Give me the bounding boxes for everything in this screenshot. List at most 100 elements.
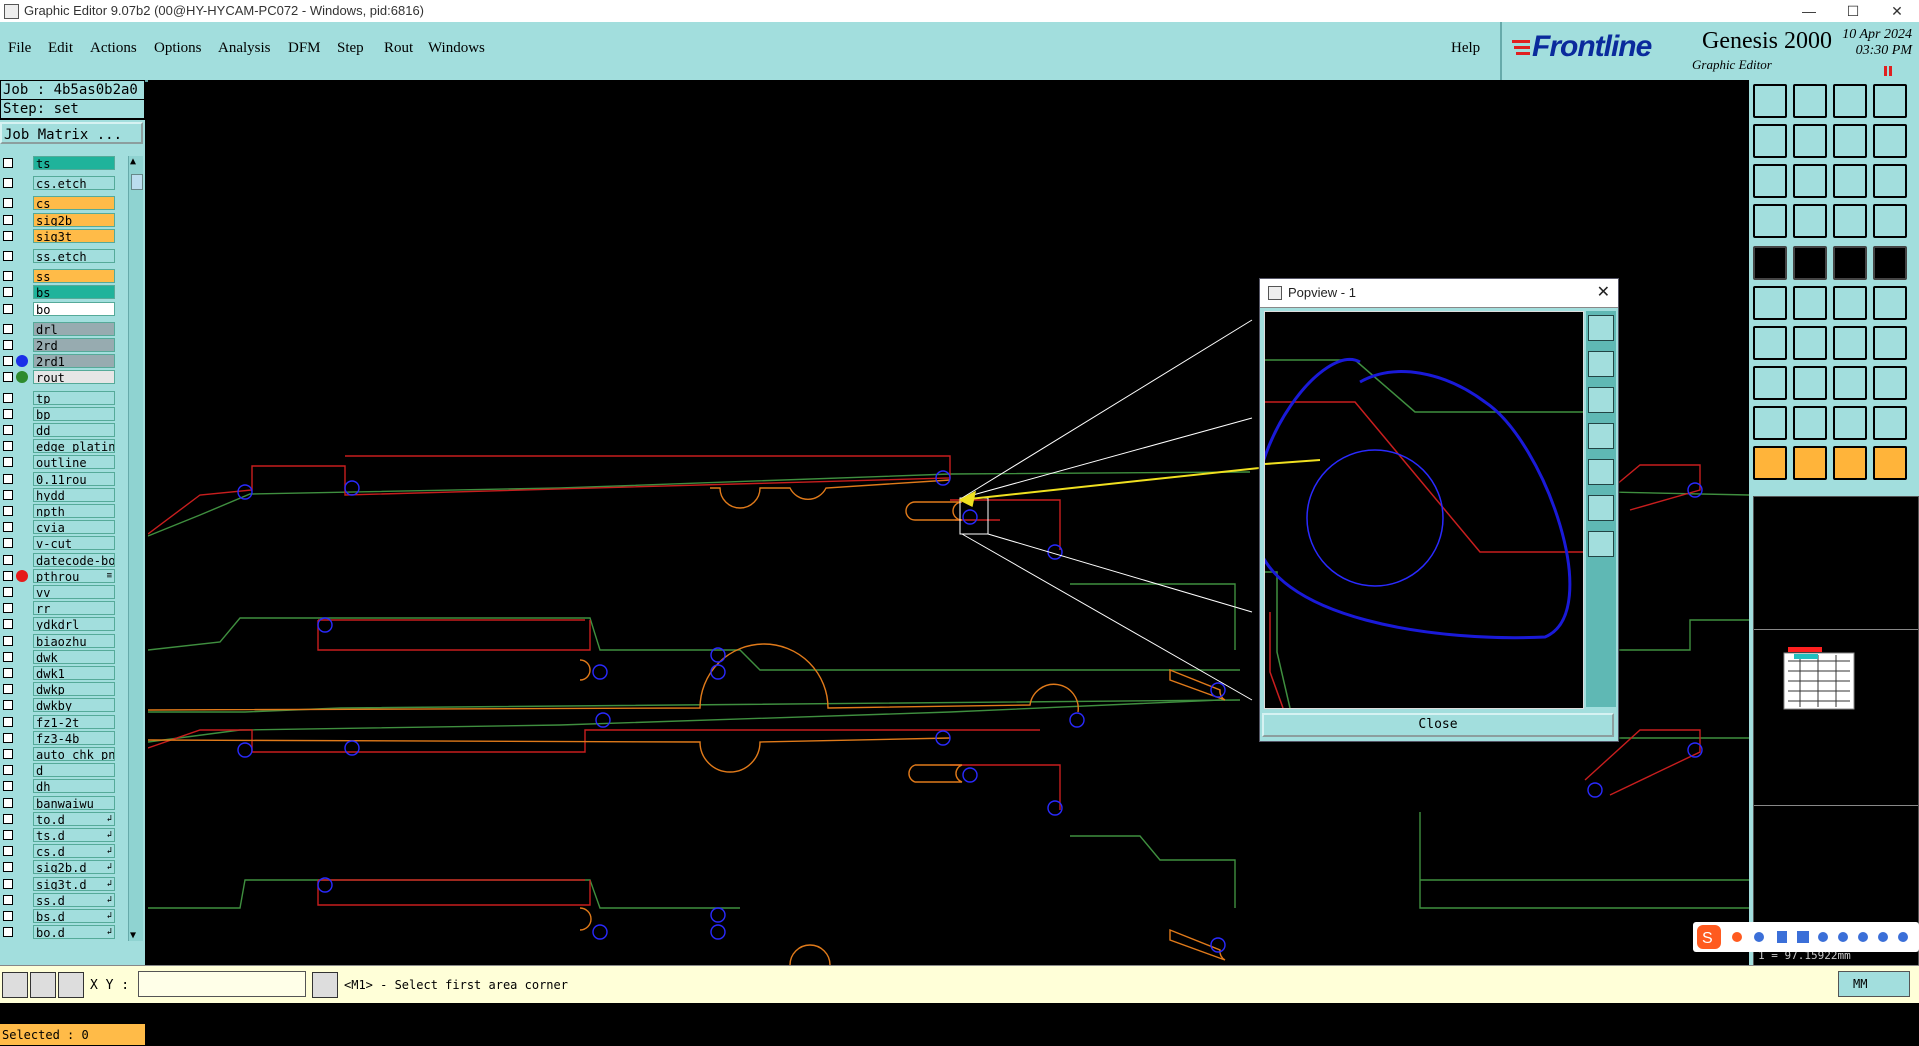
layer-checkbox[interactable] — [3, 158, 13, 168]
tool-line-icon[interactable] — [1793, 326, 1827, 360]
layer-row[interactable]: ss.etch — [0, 249, 118, 263]
layer-checkbox[interactable] — [3, 765, 13, 776]
status-tool-1-icon[interactable] — [2, 972, 28, 998]
stop-icon[interactable] — [1884, 66, 1893, 76]
layer-row[interactable]: fz3-4b — [0, 730, 118, 745]
layer-checkbox[interactable] — [3, 732, 13, 743]
tool-angle-icon[interactable] — [1753, 326, 1787, 360]
layer-name[interactable]: cs.d — [33, 844, 115, 859]
tool-arc-icon[interactable] — [1833, 326, 1867, 360]
layer-name[interactable]: cs — [33, 196, 115, 211]
popview-tool-up-icon[interactable] — [1588, 351, 1614, 377]
tool-pan-right-icon[interactable] — [1793, 124, 1827, 158]
tool-snap-icon[interactable] — [1873, 124, 1907, 158]
popview-tool-zoom-out-icon[interactable] — [1588, 495, 1614, 521]
layer-row[interactable]: ydkdrl — [0, 617, 118, 632]
layer-checkbox[interactable] — [3, 911, 13, 921]
layer-name[interactable]: cvia — [33, 520, 115, 535]
layer-name[interactable]: drl — [33, 321, 115, 336]
layer-checkbox[interactable] — [3, 489, 13, 500]
layer-name[interactable]: vv — [33, 585, 115, 599]
layer-checkbox[interactable] — [3, 700, 13, 711]
layer-checkbox[interactable] — [3, 251, 13, 261]
layer-row[interactable]: ts.d ↲ — [0, 828, 118, 842]
layer-name[interactable]: rout — [33, 370, 115, 385]
layer-row[interactable]: bo — [0, 301, 118, 316]
menu-help[interactable]: Help — [1451, 40, 1480, 57]
layer-checkbox[interactable] — [3, 684, 13, 695]
layer-checkbox[interactable] — [3, 506, 13, 516]
layer-checkbox[interactable] — [3, 522, 13, 533]
layer-row[interactable]: banwaiwu — [0, 795, 118, 810]
layer-name[interactable]: bp — [33, 406, 115, 421]
layer-checkbox[interactable] — [3, 587, 13, 597]
tool-scale-icon[interactable] — [1833, 164, 1867, 198]
menu-step[interactable]: Step — [337, 40, 364, 57]
tool-line-point-icon[interactable] — [1873, 286, 1907, 320]
layer-name[interactable]: ts — [33, 156, 115, 170]
tool-window-icon[interactable] — [1873, 84, 1907, 118]
layer-checkbox[interactable] — [3, 271, 13, 282]
layer-checkbox[interactable] — [3, 441, 13, 452]
layer-checkbox[interactable] — [3, 457, 13, 468]
layer-row[interactable]: hydd — [0, 487, 118, 502]
layer-name[interactable]: fz1-2t — [33, 714, 115, 729]
layer-row[interactable]: d — [0, 763, 118, 778]
layer-row[interactable]: bp — [0, 406, 118, 421]
tool-select-icon[interactable] — [1753, 446, 1787, 480]
tool-select-multi-icon[interactable] — [1873, 446, 1907, 480]
layer-row[interactable]: dwk — [0, 649, 118, 664]
tool-mirror-icon[interactable] — [1833, 124, 1867, 158]
layer-row[interactable]: drl — [0, 321, 118, 336]
layer-checkbox[interactable] — [3, 356, 13, 367]
layer-name[interactable]: sig2b — [33, 212, 115, 227]
tool-pan-left-icon[interactable] — [1753, 124, 1787, 158]
layer-row[interactable]: sig3t — [0, 228, 118, 243]
tool-triangle-c-icon[interactable] — [1873, 406, 1907, 440]
layer-name[interactable]: rr — [33, 601, 115, 616]
layer-row[interactable]: bs.d ↲ — [0, 909, 118, 923]
layer-row[interactable]: rr — [0, 601, 118, 616]
job-matrix-button[interactable]: Job Matrix ... — [0, 122, 143, 144]
layer-name[interactable]: sig3t — [33, 228, 115, 243]
status-grid-icon[interactable] — [58, 972, 84, 998]
layer-name[interactable]: ydkdrl — [33, 617, 115, 632]
layer-name[interactable]: dh — [33, 779, 115, 794]
tool-home-up-icon[interactable] — [1753, 84, 1787, 118]
layer-name[interactable]: ss.d — [33, 892, 115, 907]
layer-checkbox[interactable] — [3, 214, 13, 225]
layer-row[interactable]: bo.d ↲ — [0, 925, 118, 940]
layer-checkbox[interactable] — [3, 846, 13, 857]
menu-edit[interactable]: Edit — [48, 40, 73, 57]
layer-name[interactable]: dwkp — [33, 682, 115, 697]
layer-checkbox[interactable] — [3, 425, 13, 435]
layer-row[interactable]: dd — [0, 423, 118, 437]
tool-pad-point-icon[interactable] — [1753, 366, 1787, 400]
layer-row[interactable]: vv — [0, 585, 118, 599]
layer-name[interactable]: v-cut — [33, 536, 115, 551]
tool-select-box-icon[interactable] — [1793, 446, 1827, 480]
layer-name[interactable]: bo — [33, 301, 115, 316]
tool-align-icon[interactable] — [1833, 366, 1867, 400]
close-icon[interactable]: ✕ — [1875, 0, 1919, 22]
tool-zoom-center-icon[interactable] — [1793, 164, 1827, 198]
scroll-thumb[interactable] — [131, 174, 143, 190]
layer-row[interactable]: dh — [0, 779, 118, 794]
layer-name[interactable]: bs — [33, 285, 115, 300]
layer-name[interactable]: to.d — [33, 811, 115, 826]
layer-checkbox[interactable] — [3, 230, 13, 241]
layer-name[interactable]: biaozhu — [33, 633, 115, 648]
ime-toolbar[interactable]: S — [1693, 922, 1919, 952]
layer-row[interactable]: fz1-2t — [0, 714, 118, 729]
popview-tool-left-icon[interactable] — [1588, 423, 1614, 449]
layer-checkbox[interactable] — [3, 862, 13, 873]
menu-rout[interactable]: Rout — [384, 40, 413, 57]
layer-name[interactable]: fz3-4b — [33, 730, 115, 745]
layer-name[interactable]: auto_chk_pn — [33, 747, 115, 761]
layer-checkbox[interactable] — [3, 392, 13, 403]
layer-checkbox[interactable] — [3, 554, 13, 565]
layer-row[interactable]: sig2b.d ↲ — [0, 860, 118, 875]
layer-name[interactable]: bs.d — [33, 909, 115, 923]
popview-tool-right-icon[interactable] — [1588, 459, 1614, 485]
layer-name[interactable]: ss — [33, 269, 115, 284]
